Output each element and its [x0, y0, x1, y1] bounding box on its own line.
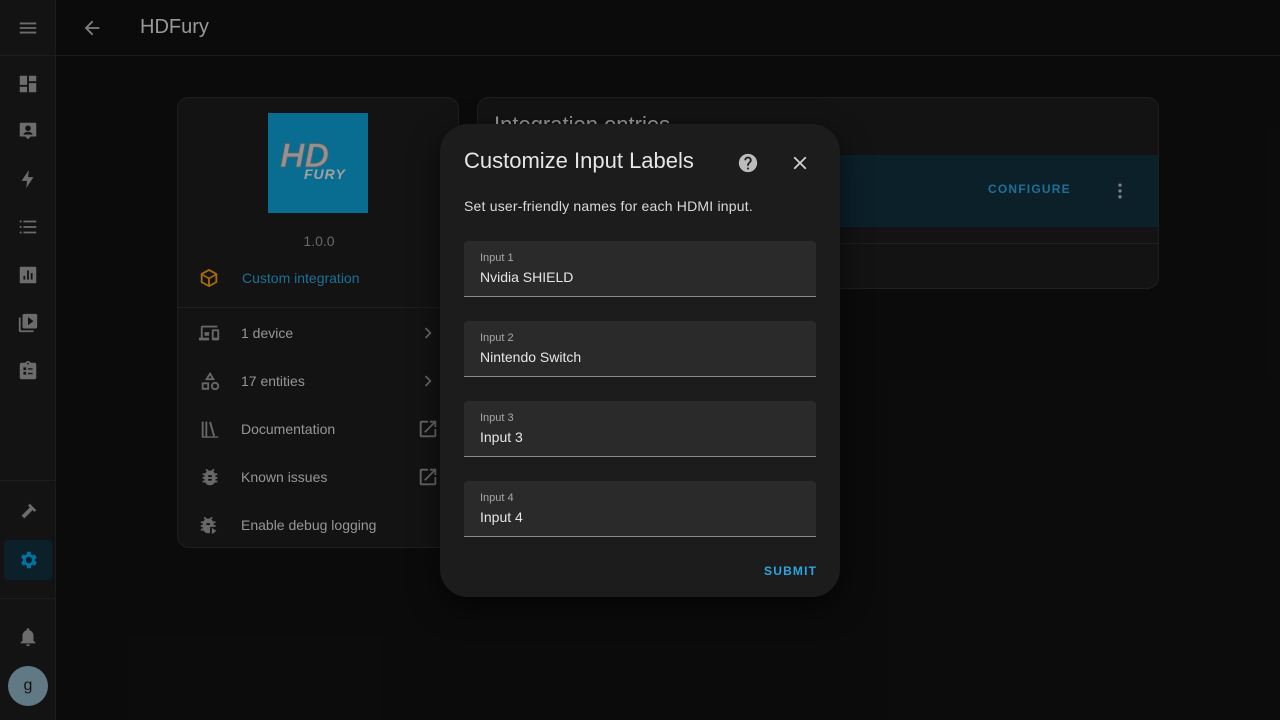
input-1-text[interactable]: [480, 267, 800, 287]
input-4-label: Input 4: [480, 492, 514, 504]
input-3-label: Input 3: [480, 412, 514, 424]
input-2-text[interactable]: [480, 347, 800, 367]
input-4-text[interactable]: [480, 507, 800, 527]
dialog-title: Customize Input Labels: [464, 148, 694, 173]
input-4-field[interactable]: Input 4: [464, 481, 816, 537]
customize-input-labels-dialog: Customize Input Labels Set user-friendly…: [440, 124, 840, 597]
input-3-text[interactable]: [480, 427, 800, 447]
dialog-description: Set user-friendly names for each HDMI in…: [464, 198, 753, 214]
input-1-field[interactable]: Input 1: [464, 241, 816, 297]
input-2-label: Input 2: [480, 332, 514, 344]
input-1-label: Input 1: [480, 252, 514, 264]
input-2-field[interactable]: Input 2: [464, 321, 816, 377]
input-3-field[interactable]: Input 3: [464, 401, 816, 457]
submit-button[interactable]: SUBMIT: [764, 564, 817, 578]
close-icon[interactable]: [788, 151, 812, 175]
help-icon[interactable]: [736, 151, 760, 175]
